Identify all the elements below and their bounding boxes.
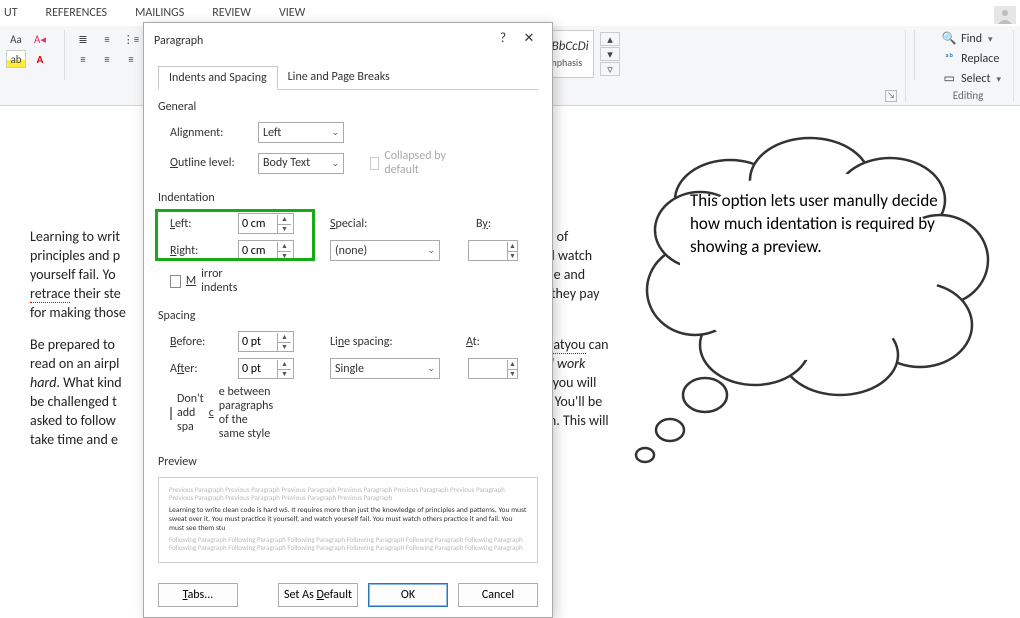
before-spinner[interactable]: ▲▼ [238,331,294,352]
ribbon-tab[interactable]: REVIEW [208,4,255,22]
ribbon-tab[interactable]: MAILINGS [131,4,188,22]
tab-line-page-breaks[interactable]: Line and Page Breaks [278,66,400,90]
chevron-down-icon: ⌄ [331,158,339,169]
cancel-button[interactable]: Cancel [458,583,538,607]
select-button[interactable]: ▭Select▾ [937,70,1005,88]
align-right-button[interactable]: ≡ [121,50,141,68]
ok-button[interactable]: OK [368,583,448,607]
preview-box: Previous Paragraph Previous Paragraph Pr… [158,477,538,563]
tabs-button[interactable]: Tabs... [158,583,238,607]
dialog-tabs: Indents and Spacing Line and Page Breaks [158,65,538,90]
change-case-button[interactable]: Aa [6,30,26,48]
spin-down-icon[interactable]: ▼ [277,251,291,260]
font-color-button[interactable]: A [30,50,50,68]
highlight-button[interactable]: ab [6,50,26,68]
ribbon-tab[interactable]: VIEW [275,4,309,22]
special-label: Special: [330,217,390,231]
spin-up-icon[interactable]: ▲ [507,242,517,251]
spin-down-icon[interactable]: ▼ [277,224,291,233]
mirror-indents-checkbox[interactable]: Mirror indents [170,267,250,295]
indent-left-label: Left: [170,217,230,231]
dialog-titlebar[interactable]: Paragraph ? ✕ [144,23,552,59]
styles-expand-button[interactable]: ▿ [600,62,620,76]
divider [914,30,915,80]
line-spacing-select[interactable]: Single⌄ [330,358,440,379]
find-button[interactable]: 🔍Find▾ [937,30,1005,48]
tab-indents-spacing[interactable]: Indents and Spacing [158,66,278,90]
after-label: After: [170,362,230,376]
account-icon[interactable] [994,6,1016,28]
callout-text: This option lets user manully decide how… [690,190,960,259]
spin-down-icon[interactable]: ▼ [507,251,517,260]
styles-scroll-up-button[interactable]: ▴ [600,32,620,46]
select-icon: ▭ [941,71,957,87]
collapsed-checkbox: Collapsed by default [370,149,450,177]
after-input[interactable] [239,359,277,378]
find-icon: 🔍 [941,31,957,47]
align-center-button[interactable]: ≡ [97,50,117,68]
indent-left-spinner[interactable]: ▲▼ [238,213,294,234]
set-default-button[interactable]: Set As Default [278,583,358,607]
editing-group-label: Editing [953,89,984,102]
ribbon-tab[interactable]: REFERENCES [42,4,112,22]
alignment-select[interactable]: Left⌄ [258,122,344,143]
paragraph-dialog: Paragraph ? ✕ Indents and Spacing Line a… [143,22,553,618]
before-label: Before: [170,335,230,349]
dont-add-space-checkbox[interactable]: Don't add space between paragraphs of th… [170,385,250,441]
ribbon-tab[interactable]: UT [0,4,22,22]
chevron-down-icon: ⌄ [427,245,435,256]
styles-scroll-down-button[interactable]: ▾ [600,47,620,61]
by-label: By: [476,217,506,231]
editing-group: 🔍Find▾ ᵃᵇReplace ▭Select▾ Editing [923,30,1014,102]
spin-up-icon[interactable]: ▲ [507,360,517,369]
indent-right-spinner[interactable]: ▲▼ [238,240,294,261]
outline-level-select[interactable]: Body Text⌄ [258,153,344,174]
indent-right-label: Right: [170,244,230,258]
dialog-buttons: Tabs... Set As Default OK Cancel [144,573,552,617]
clear-formatting-button[interactable]: A◂ [30,30,50,48]
dropdown-caret-icon[interactable]: ▾ [988,34,993,45]
line-spacing-label: Line spacing: [330,335,410,349]
spin-up-icon[interactable]: ▲ [277,360,291,369]
callout-cloud: This option lets user manully decide how… [610,130,1010,470]
numbering-button[interactable]: ≡ [97,30,117,48]
spin-down-icon[interactable]: ▼ [507,369,517,378]
special-select[interactable]: (none)⌄ [330,240,440,261]
by-spinner[interactable]: ▲▼ [468,240,518,261]
by-input[interactable] [469,241,507,260]
at-label: At: [466,335,496,349]
styles-dialog-launcher[interactable]: ↘ [885,90,897,102]
after-spinner[interactable]: ▲▼ [238,358,294,379]
indent-right-input[interactable] [239,241,277,260]
replace-icon: ᵃᵇ [941,51,957,67]
section-preview: Preview [158,455,538,469]
bullets-button[interactable]: ≣ [73,30,93,48]
font-paragraph-tools: Aa A◂ ab A [6,30,56,68]
dialog-title: Paragraph [154,34,490,48]
section-spacing: Spacing [158,309,538,323]
replace-button[interactable]: ᵃᵇReplace [937,50,1005,68]
spin-up-icon[interactable]: ▲ [277,333,291,342]
help-button[interactable]: ? [490,31,516,51]
spin-down-icon[interactable]: ▼ [277,369,291,378]
outline-label: OOutline level:utline level: [170,156,250,170]
chevron-down-icon: ⌄ [427,363,435,374]
at-spinner[interactable]: ▲▼ [468,358,518,379]
at-input[interactable] [469,359,507,378]
multilevel-button[interactable]: ⋮≡ [121,30,141,48]
section-indentation: Indentation [158,191,538,205]
section-general: General [158,100,538,114]
dropdown-caret-icon[interactable]: ▾ [996,74,1001,85]
close-button[interactable]: ✕ [516,31,542,51]
indent-left-input[interactable] [239,214,277,233]
chevron-down-icon: ⌄ [331,127,339,138]
alignment-label: Alignment: [170,126,250,140]
spin-up-icon[interactable]: ▲ [277,242,291,251]
align-left-button[interactable]: ≡ [73,50,93,68]
divider [64,30,65,80]
spin-up-icon[interactable]: ▲ [277,215,291,224]
before-input[interactable] [239,332,277,351]
spin-down-icon[interactable]: ▼ [277,342,291,351]
